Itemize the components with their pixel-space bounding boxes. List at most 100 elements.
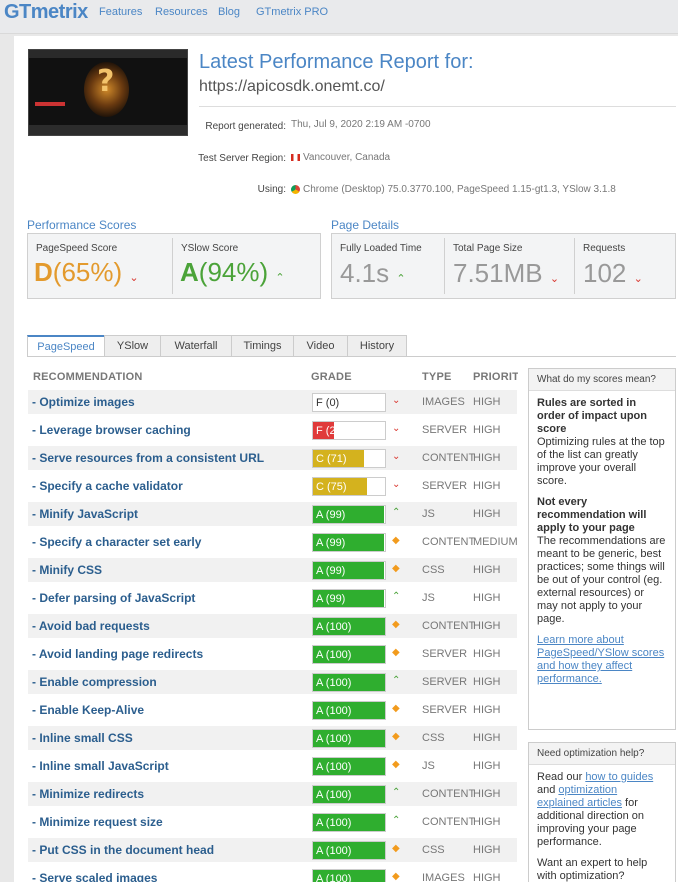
table-row[interactable]: Minimize request size A (100) ⌃ CONTENTHIGH — [28, 810, 517, 834]
table-row[interactable]: Serve scaled images A (100) ◆ IMAGES HIGH — [28, 866, 517, 882]
report-generated-value: Thu, Jul 9, 2020 2:19 AM -0700 — [291, 119, 431, 130]
recommendation-priority: HIGH — [473, 816, 501, 828]
recommendation-type: SERVER — [422, 424, 468, 436]
col-type[interactable]: TYPE — [422, 371, 452, 383]
grade-bar: A (99) — [312, 533, 386, 552]
table-row[interactable]: Leverage browser caching F (29) ⌄ SERVER HIG… — [28, 418, 517, 442]
recommendation-name[interactable]: Leverage browser caching — [32, 423, 190, 437]
recommendation-name[interactable]: Inline small CSS — [32, 731, 132, 745]
scores-help-title: What do my scores mean? — [529, 369, 675, 391]
table-row[interactable]: Enable Keep-Alive A (100) ◆ SERVER HIGH — [28, 698, 517, 722]
tab-underline — [27, 356, 676, 357]
col-priority[interactable]: PRIORITY — [473, 371, 518, 383]
grade-bar: A (100) — [312, 841, 386, 860]
trend-up-icon: ⌃ — [392, 591, 401, 602]
recommendation-name[interactable]: Optimize images — [32, 395, 134, 409]
how-to-guides-link[interactable]: how to guides — [585, 771, 653, 783]
recommendation-name[interactable]: Defer parsing of JavaScript — [32, 591, 195, 605]
chrome-icon — [291, 184, 300, 194]
table-row[interactable]: Inline small CSS A (100) ◆ CSS HIGH — [28, 726, 517, 750]
nav-gtmetrix-pro[interactable]: GTmetrix PRO — [256, 6, 328, 18]
recommendation-name[interactable]: Specify a character set early — [32, 535, 201, 549]
trend-down-icon: ⌄ — [392, 423, 401, 434]
recommendation-priority: HIGH — [473, 508, 501, 520]
table-row[interactable]: Enable compression A (100) ⌃ SERVER HIGH — [28, 670, 517, 694]
recommendation-name[interactable]: Minify CSS — [32, 563, 102, 577]
expert-help-text: Want an expert to help with optimization… — [537, 857, 648, 882]
yslow-grade: A — [180, 257, 199, 287]
recommendation-name[interactable]: Enable Keep-Alive — [32, 703, 144, 717]
table-row[interactable]: Avoid bad requests A (100) ◆ CONTENTHIGH — [28, 614, 517, 638]
recommendation-name[interactable]: Enable compression — [32, 675, 156, 689]
table-row[interactable]: Put CSS in the document head A (100) ◆ CSS H… — [28, 838, 517, 862]
tab-waterfall[interactable]: Waterfall — [160, 335, 232, 357]
recommendation-priority: HIGH — [473, 704, 501, 716]
table-row[interactable]: Serve resources from a consistent URL C (… — [28, 446, 517, 470]
gtmetrix-logo[interactable]: GTmetrix — [4, 1, 88, 24]
trend-up-icon: ⌃ — [396, 273, 406, 285]
optimization-help-panel: Need optimization help? Read our how to … — [528, 742, 676, 882]
grade-bar: A (100) — [312, 617, 386, 636]
recommendation-name[interactable]: Minimize redirects — [32, 787, 144, 801]
recommendation-type: SERVER — [422, 676, 468, 688]
recommendation-name[interactable]: Minimize request size — [32, 815, 162, 829]
nav-resources[interactable]: Resources — [155, 6, 208, 18]
recommendation-name[interactable]: Specify a cache validator — [32, 479, 182, 493]
nav-features[interactable]: Features — [99, 6, 142, 18]
tab-video[interactable]: Video — [293, 335, 348, 357]
recommendation-type: CSS — [422, 732, 445, 744]
using-label: Using: — [257, 184, 286, 195]
learn-more-link[interactable]: Learn more about PageSpeed/YSlow scores … — [537, 634, 664, 685]
recommendation-priority: HIGH — [473, 480, 501, 492]
recommendation-name[interactable]: Inline small JavaScript — [32, 759, 168, 773]
recommendation-name[interactable]: Minify JavaScript — [32, 507, 138, 521]
trend-same-icon: ◆ — [392, 563, 400, 574]
recommendation-name[interactable]: Serve scaled images — [32, 871, 157, 882]
grade-text: C (75) — [316, 481, 347, 493]
yslow-percent: (94%) — [198, 257, 269, 287]
trend-same-icon: ◆ — [392, 703, 400, 714]
trend-same-icon: ◆ — [392, 731, 400, 742]
grade-text: A (100) — [316, 733, 352, 745]
table-row[interactable]: Optimize images F (0) ⌄ IMAGES HIGH — [28, 390, 517, 414]
table-row[interactable]: Specify a cache validator C (75) ⌄ SERVER HI… — [28, 474, 517, 498]
recommendation-type: CONTENT — [422, 620, 476, 632]
tab-timings[interactable]: Timings — [231, 335, 294, 357]
recommendation-type: SERVER — [422, 648, 468, 660]
grade-bar: A (99) — [312, 561, 386, 580]
table-row[interactable]: Minify CSS A (99) ◆ CSS HIGH — [28, 558, 517, 582]
grade-text: A (100) — [316, 845, 352, 857]
table-row[interactable]: Defer parsing of JavaScript A (99) ⌃ JS HIGH — [28, 586, 517, 610]
table-row[interactable]: Minify JavaScript A (99) ⌃ JS HIGH — [28, 502, 517, 526]
grade-text: A (100) — [316, 649, 352, 661]
trend-down-icon: ⌄ — [392, 395, 401, 406]
recommendation-priority: HIGH — [473, 452, 501, 464]
table-row[interactable]: Inline small JavaScript A (100) ◆ JS HIGH — [28, 754, 517, 778]
recommendation-name[interactable]: Avoid landing page redirects — [32, 647, 203, 661]
page-screenshot-thumbnail[interactable]: ? — [28, 49, 188, 136]
nav-blog[interactable]: Blog — [218, 6, 240, 18]
page-details-title: Page Details — [331, 218, 400, 232]
table-row[interactable]: Specify a character set early A (99) ◆ CONT… — [28, 530, 518, 554]
col-grade[interactable]: GRADE — [311, 371, 352, 383]
recommendation-name[interactable]: Put CSS in the document head — [32, 843, 214, 857]
performance-scores-title: Performance Scores — [27, 218, 137, 232]
trend-same-icon: ◆ — [392, 535, 400, 546]
canada-flag-icon — [291, 153, 300, 161]
pagespeed-percent: (65%) — [52, 257, 123, 287]
table-row[interactable]: Minimize redirects A (100) ⌃ CONTENTHIGH — [28, 782, 517, 806]
tab-yslow[interactable]: YSlow — [104, 335, 161, 357]
grade-text: A (100) — [316, 789, 352, 801]
trend-up-icon: ⌃ — [392, 787, 401, 798]
grade-bar: A (100) — [312, 869, 386, 882]
col-recommendation[interactable]: RECOMMENDATION — [33, 371, 143, 383]
trend-up-icon: ⌃ — [392, 815, 401, 826]
recommendation-name[interactable]: Avoid bad requests — [32, 619, 150, 633]
requests-label: Requests — [583, 243, 626, 254]
recommendation-name[interactable]: Serve resources from a consistent URL — [32, 451, 264, 465]
recommendation-type: CSS — [422, 564, 445, 576]
tab-history[interactable]: History — [347, 335, 407, 357]
tab-pagespeed[interactable]: PageSpeed — [27, 335, 105, 357]
trend-down-icon: ⌄ — [129, 272, 139, 284]
table-row[interactable]: Avoid landing page redirects A (100) ◆ SERV… — [28, 642, 517, 666]
